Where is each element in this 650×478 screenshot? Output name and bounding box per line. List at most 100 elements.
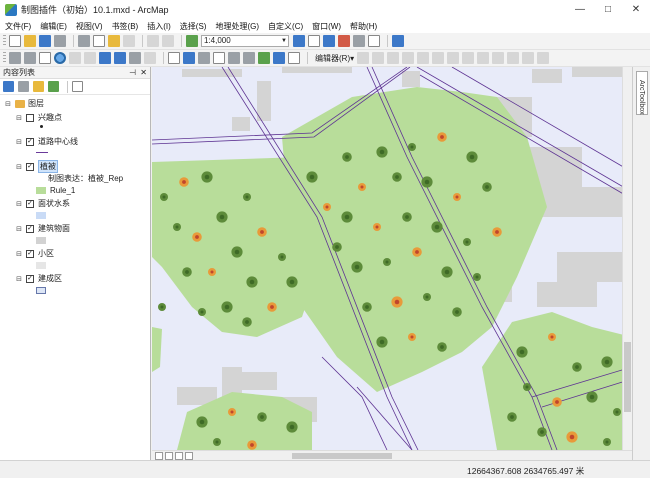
html-popup-icon[interactable] (213, 52, 225, 64)
scrollbar-thumb[interactable] (624, 342, 631, 412)
data-view-icon[interactable] (155, 452, 163, 460)
close-button[interactable]: ✕ (622, 0, 650, 19)
catalog-window-icon[interactable] (323, 35, 335, 47)
menu-selection[interactable]: 选择(S) (180, 21, 207, 32)
list-by-source-icon[interactable] (18, 81, 29, 92)
layer-item-poi[interactable]: ⊟ 兴趣点 (15, 112, 62, 123)
full-extent-icon[interactable] (54, 52, 66, 64)
layer-item-road-centerline[interactable]: ⊟ ✓ 道路中心线 (15, 136, 78, 147)
model-builder-icon[interactable] (392, 35, 404, 47)
layout-view-icon[interactable] (165, 452, 173, 460)
menu-bookmarks[interactable]: 书签(B) (112, 21, 139, 32)
redo-icon[interactable] (162, 35, 174, 47)
layer-checkbox[interactable]: ✓ (26, 274, 34, 283)
toolbar-grip[interactable] (3, 35, 6, 47)
editor-toolbar-icon[interactable] (293, 35, 305, 47)
list-by-visibility-icon[interactable] (33, 81, 44, 92)
map-horizontal-scrollbar[interactable] (152, 450, 632, 460)
zoom-out-icon[interactable] (24, 52, 36, 64)
hyperlink-icon[interactable] (198, 52, 210, 64)
menu-edit[interactable]: 编辑(E) (40, 21, 67, 32)
menu-help[interactable]: 帮助(H) (350, 21, 377, 32)
end-point-arc-icon[interactable] (402, 52, 415, 64)
layer-item-water[interactable]: ⊟ ✓ 面状水系 (15, 198, 70, 209)
collapse-icon[interactable]: ⊟ (15, 200, 23, 208)
layer-item-community[interactable]: ⊟ ✓ 小区 (15, 248, 54, 259)
point-icon[interactable] (432, 52, 445, 64)
attributes-icon[interactable] (522, 52, 535, 64)
scrollbar-thumb[interactable] (292, 453, 392, 459)
rotate-icon[interactable] (507, 52, 520, 64)
menu-geoprocessing[interactable]: 地理处理(G) (215, 21, 259, 32)
layer-checkbox[interactable]: ✓ (26, 162, 34, 171)
edit-tool-icon[interactable] (357, 52, 370, 64)
edit-vertices-icon[interactable] (447, 52, 460, 64)
layer-item-vegetation[interactable]: ⊟ ✓ 植被 (15, 160, 58, 173)
close-icon[interactable]: ✕ (140, 67, 147, 79)
arctoolbox-dock-tab[interactable]: ArcToolbox (636, 71, 648, 115)
map-vertical-scrollbar[interactable] (622, 67, 632, 450)
clear-selection-icon[interactable] (144, 52, 156, 64)
map-canvas[interactable] (152, 67, 632, 450)
open-folder-icon[interactable] (24, 35, 36, 47)
minimize-button[interactable]: — (566, 0, 594, 19)
map-view[interactable] (152, 67, 632, 450)
pause-drawing-icon[interactable] (185, 452, 193, 460)
editor-menu-button[interactable]: 编辑器(R)▾ (315, 53, 354, 64)
split-icon[interactable] (492, 52, 505, 64)
table-of-contents-icon[interactable] (308, 35, 320, 47)
collapse-icon[interactable]: ⊟ (15, 163, 23, 171)
list-by-selection-icon[interactable] (48, 81, 59, 92)
straight-segment-icon[interactable] (387, 52, 400, 64)
add-data-icon[interactable] (186, 35, 198, 47)
arctoolbox-icon[interactable] (353, 35, 365, 47)
layer-group-root[interactable]: ⊟ 图层 (4, 98, 44, 109)
refresh-icon[interactable] (175, 452, 183, 460)
toolbar-grip[interactable] (3, 52, 6, 64)
save-icon[interactable] (39, 35, 51, 47)
layer-checkbox[interactable]: ✓ (26, 249, 34, 258)
menu-windows[interactable]: 窗口(W) (312, 21, 341, 32)
undo-icon[interactable] (147, 35, 159, 47)
menu-customize[interactable]: 自定义(C) (268, 21, 303, 32)
cut-polygons-icon[interactable] (477, 52, 490, 64)
toc-options-icon[interactable] (72, 81, 83, 92)
collapse-icon[interactable]: ⊟ (15, 138, 23, 146)
find-route-icon[interactable] (258, 52, 270, 64)
collapse-icon[interactable]: ⊟ (15, 275, 23, 283)
menu-insert[interactable]: 插入(I) (147, 21, 171, 32)
layer-checkbox[interactable]: ✓ (26, 137, 34, 146)
identify-icon[interactable] (183, 52, 195, 64)
cut-icon[interactable] (78, 35, 90, 47)
copy-icon[interactable] (93, 35, 105, 47)
layer-checkbox[interactable]: ✓ (26, 199, 34, 208)
trace-icon[interactable] (417, 52, 430, 64)
collapse-icon[interactable]: ⊟ (4, 100, 12, 108)
select-elements-icon[interactable] (168, 52, 180, 64)
fixed-zoom-out-icon[interactable] (84, 52, 96, 64)
collapse-icon[interactable]: ⊟ (15, 225, 23, 233)
pan-icon[interactable] (39, 52, 51, 64)
go-to-xy-icon[interactable] (273, 52, 285, 64)
layer-checkbox[interactable] (26, 113, 34, 122)
python-window-icon[interactable] (368, 35, 380, 47)
select-features-icon[interactable] (129, 52, 141, 64)
zoom-in-icon[interactable] (9, 52, 21, 64)
menu-view[interactable]: 视图(V) (76, 21, 103, 32)
time-slider-icon[interactable] (288, 52, 300, 64)
map-scale-combobox[interactable]: 1:4,000 ▼ (201, 35, 289, 47)
print-icon[interactable] (54, 35, 66, 47)
new-document-icon[interactable] (9, 35, 21, 47)
layer-item-built-up-area[interactable]: ⊟ ✓ 建成区 (15, 273, 62, 284)
measure-icon[interactable] (228, 52, 240, 64)
back-extent-icon[interactable] (99, 52, 111, 64)
reshape-icon[interactable] (462, 52, 475, 64)
delete-icon[interactable] (123, 35, 135, 47)
find-icon[interactable] (243, 52, 255, 64)
search-window-icon[interactable] (338, 35, 350, 47)
pin-icon[interactable]: ⊣ (129, 67, 136, 79)
collapse-icon[interactable]: ⊟ (15, 114, 23, 122)
maximize-button[interactable]: □ (594, 0, 622, 19)
sketch-properties-icon[interactable] (537, 52, 550, 64)
menu-file[interactable]: 文件(F) (5, 21, 31, 32)
